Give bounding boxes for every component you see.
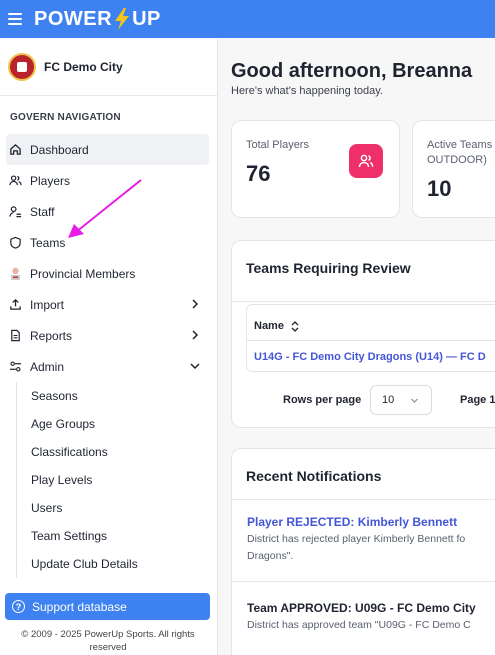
club-header[interactable]: FC Demo City xyxy=(0,38,217,96)
club-crest-icon xyxy=(8,52,36,81)
provincial-badge-icon xyxy=(8,267,22,281)
notification-body: District has approved team "U09G - FC De… xyxy=(247,619,471,631)
team-link[interactable]: U14G - FC Demo City Dragons (U14) — FC D xyxy=(254,351,486,363)
support-database-label: Support database xyxy=(32,599,127,614)
sort-icon xyxy=(291,320,299,332)
sidebar-subitem-play-levels[interactable]: Play Levels xyxy=(17,466,217,494)
notifications-title: Recent Notifications xyxy=(246,468,382,484)
rows-per-page-value: 10 xyxy=(382,394,395,406)
users-icon xyxy=(349,144,383,178)
sidebar-item-label: Players xyxy=(30,173,71,188)
greeting-subtitle: Here's what's happening today. xyxy=(231,85,383,97)
notification-title[interactable]: Player REJECTED: Kimberly Bennett xyxy=(247,515,457,529)
sidebar-item-provincial-members[interactable]: Provincial Members xyxy=(0,258,217,289)
sidebar-item-label: Provincial Members xyxy=(30,266,136,281)
review-table: Name U14G - FC Demo City Dragons (U14) —… xyxy=(246,304,495,372)
sidebar-subitem-users[interactable]: Users xyxy=(17,494,217,522)
divider xyxy=(232,499,495,500)
name-column-header[interactable]: Name xyxy=(254,320,300,332)
sidebar-item-label: Reports xyxy=(30,328,73,343)
sidebar-item-admin[interactable]: Admin xyxy=(0,351,217,382)
sidebar-item-import[interactable]: Import xyxy=(0,289,217,320)
sidebar-item-label: Admin xyxy=(30,359,65,374)
divider xyxy=(232,301,495,302)
table-row-divider xyxy=(247,340,495,341)
stat-value: 76 xyxy=(246,161,271,186)
admin-submenu: Seasons Age Groups Classifications Play … xyxy=(16,382,217,578)
divider xyxy=(232,581,495,582)
sidebar-item-staff[interactable]: Staff xyxy=(0,196,217,227)
sidebar-subitem-seasons[interactable]: Seasons xyxy=(17,382,217,410)
greeting-title: Good afternoon, Breanna xyxy=(231,60,473,82)
stat-value: 10 xyxy=(427,176,452,201)
sidebar-item-teams[interactable]: Teams xyxy=(0,227,217,258)
club-name: FC Demo City xyxy=(44,59,123,74)
copyright-text: © 2009 - 2025 PowerUp Sports. All rights… xyxy=(21,629,195,653)
sidebar-item-label: Dashboard xyxy=(30,142,89,157)
logo-text-power: POWER xyxy=(34,7,113,30)
sidebar: FC Demo City GOVERN NAVIGATION Dashboard… xyxy=(0,38,218,655)
document-icon xyxy=(8,329,22,343)
stat-label-line-1: Active Teams xyxy=(427,139,493,151)
sidebar-subitem-team-settings[interactable]: Team Settings xyxy=(17,522,217,550)
sidebar-subitem-update-club-details[interactable]: Update Club Details xyxy=(17,550,217,578)
users-icon xyxy=(8,174,22,188)
support-database-button[interactable]: ? Support database xyxy=(5,593,210,620)
stat-label-line-2: OUTDOOR) xyxy=(427,154,487,166)
sidebar-item-label: Import xyxy=(30,297,65,312)
sidebar-subitem-age-groups[interactable]: Age Groups xyxy=(17,410,217,438)
settings-sliders-icon xyxy=(8,360,22,374)
chevron-right-icon xyxy=(192,299,199,309)
teams-review-card: Teams Requiring Review Name U14G - FC De… xyxy=(231,240,495,428)
powerup-logo[interactable]: POWER UP xyxy=(34,8,161,31)
shield-icon xyxy=(8,236,22,250)
main-content: Good afternoon, Breanna Here's what's ha… xyxy=(218,38,495,655)
sidebar-item-label: Teams xyxy=(30,235,66,250)
sidebar-subitem-classifications[interactable]: Classifications xyxy=(17,438,217,466)
hamburger-menu-icon[interactable] xyxy=(8,13,22,25)
sidebar-item-label: Staff xyxy=(30,204,55,219)
nav-heading: GOVERN NAVIGATION xyxy=(10,112,121,123)
upload-icon xyxy=(8,298,22,312)
logo-text-up: UP xyxy=(132,7,161,30)
total-players-card[interactable]: Total Players 76 xyxy=(231,120,400,218)
review-card-title: Teams Requiring Review xyxy=(246,260,411,276)
sidebar-item-reports[interactable]: Reports xyxy=(0,320,217,351)
sidebar-item-players[interactable]: Players xyxy=(0,165,217,196)
stat-label: Total Players xyxy=(246,139,309,151)
page-indicator: Page 1 xyxy=(460,394,495,406)
notification-body: District has rejected player Kimberly Be… xyxy=(247,533,466,562)
notifications-card: Recent Notifications Player REJECTED: Ki… xyxy=(231,448,495,655)
lightning-bolt-icon xyxy=(115,8,130,30)
chevron-right-icon xyxy=(192,330,199,340)
notification-title[interactable]: Team APPROVED: U09G - FC Demo City xyxy=(247,601,476,615)
home-icon xyxy=(8,143,22,157)
top-bar: POWER UP xyxy=(0,0,495,38)
rows-per-page-select[interactable]: 10 xyxy=(370,385,432,415)
help-circle-icon: ? xyxy=(12,600,25,613)
rows-per-page-label: Rows per page xyxy=(283,394,362,406)
active-teams-card[interactable]: Active Teams OUTDOOR) 10 xyxy=(412,120,495,218)
chevron-down-icon xyxy=(190,363,200,370)
chevron-down-icon xyxy=(411,398,418,403)
column-header-label: Name xyxy=(254,320,284,332)
staff-icon xyxy=(8,205,22,219)
stat-label: Active Teams OUTDOOR) xyxy=(427,138,492,168)
sidebar-item-dashboard[interactable]: Dashboard xyxy=(6,134,209,165)
